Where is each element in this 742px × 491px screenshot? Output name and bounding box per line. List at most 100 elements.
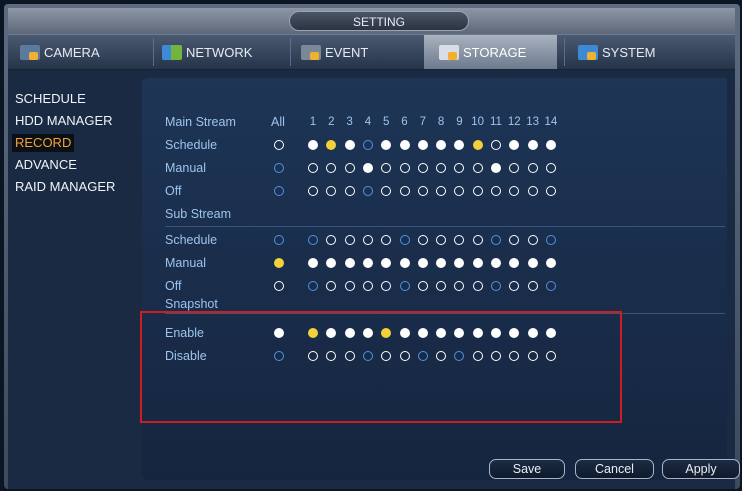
main-off-channel-radio[interactable] [399, 186, 410, 196]
sidebar-item-advance[interactable]: ADVANCE [12, 156, 80, 174]
channel-header: 5 [382, 116, 390, 128]
sub-off-all-radio[interactable] [274, 281, 284, 291]
tab-divider [564, 38, 565, 66]
tab-label: SYSTEM [602, 44, 656, 60]
sub-manual-channel-radio[interactable] [399, 258, 410, 268]
main-schedule-channel-radio[interactable] [344, 140, 355, 150]
main-manual-channel-radio[interactable] [472, 163, 483, 173]
cancel-button[interactable]: Cancel [575, 459, 654, 479]
channel-header: 9 [456, 116, 463, 128]
sub-manual-channel-radio[interactable] [308, 258, 318, 268]
sub-schedule-channel-radio[interactable] [527, 235, 538, 245]
sub-schedule-channel-radio[interactable] [545, 235, 556, 245]
sub-schedule-channel-radio[interactable] [472, 235, 483, 245]
main-manual-channel-radio[interactable] [308, 163, 318, 173]
sub-off-channel-radio[interactable] [399, 281, 410, 291]
main-schedule-channel-radio[interactable] [417, 140, 428, 150]
apply-button[interactable]: Apply [662, 459, 740, 479]
network-icon [162, 44, 182, 60]
sub-manual-channel-radio[interactable] [491, 258, 501, 268]
main-manual-all-radio[interactable] [274, 163, 284, 173]
main-manual-channel-radio[interactable] [527, 163, 538, 173]
tab-label: EVENT [325, 44, 369, 60]
all-column-header: All [271, 115, 285, 129]
main-schedule-channel-radio[interactable] [472, 140, 483, 150]
sidebar-item-record[interactable]: RECORD [12, 134, 75, 152]
main-off-channel-radio[interactable] [308, 186, 318, 196]
sub-stream-divider [165, 226, 725, 227]
main-stream-heading: Main Stream [165, 115, 236, 129]
main-off-label: Off [165, 184, 182, 198]
sub-off-channel-radio[interactable] [491, 281, 501, 291]
sub-schedule-channel-radio[interactable] [362, 235, 373, 245]
main-schedule-channel-radio[interactable] [362, 140, 373, 150]
sub-schedule-channel-radio[interactable] [344, 235, 355, 245]
main-manual-channel-radio[interactable] [344, 163, 355, 173]
main-off-channel-radio[interactable] [491, 186, 501, 196]
main-manual-channel-radio[interactable] [491, 163, 501, 173]
channel-header: 10 [471, 116, 485, 128]
main-off-channel-radio[interactable] [344, 186, 355, 196]
tab-network[interactable]: NETWORK [162, 35, 282, 69]
window-title: SETTING [289, 11, 469, 31]
sub-off-label: Off [165, 279, 182, 293]
sub-off-channel-radio[interactable] [545, 281, 556, 291]
main-manual-channel-radio[interactable] [362, 163, 373, 173]
channel-header: 14 [544, 116, 558, 128]
snapshot-heading: Snapshot [165, 297, 218, 311]
tab-label: NETWORK [186, 44, 253, 60]
sub-off-channel-radio[interactable] [527, 281, 538, 291]
sidebar-item-raid-manager[interactable]: RAID MANAGER [12, 178, 118, 196]
tab-camera[interactable]: CAMERA [20, 35, 140, 69]
channel-header: 8 [437, 116, 445, 128]
main-schedule-channel-radio[interactable] [491, 140, 501, 150]
main-off-channel-radio[interactable] [472, 186, 483, 196]
sub-manual-channel-radio[interactable] [527, 258, 538, 268]
main-off-all-radio[interactable] [274, 186, 284, 196]
main-schedule-channel-radio[interactable] [527, 140, 538, 150]
main-schedule-all-radio[interactable] [274, 140, 284, 150]
sub-off-channel-radio[interactable] [362, 281, 373, 291]
sub-schedule-label: Schedule [165, 233, 218, 247]
sub-manual-channel-radio[interactable] [545, 258, 556, 268]
sub-manual-channel-radio[interactable] [344, 258, 355, 268]
sub-off-channel-radio[interactable] [344, 281, 355, 291]
tab-system[interactable]: SYSTEM [578, 35, 698, 69]
main-schedule-channel-radio[interactable] [545, 140, 556, 150]
sub-schedule-all-radio[interactable] [274, 235, 284, 245]
sub-manual-label: Manual [165, 256, 206, 270]
tab-storage[interactable]: STORAGE [424, 35, 557, 69]
sub-manual-all-radio[interactable] [274, 258, 284, 268]
sub-schedule-channel-radio[interactable] [308, 235, 318, 245]
main-off-channel-radio[interactable] [527, 186, 538, 196]
main-manual-channel-radio[interactable] [417, 163, 428, 173]
sub-schedule-channel-radio[interactable] [399, 235, 410, 245]
main-off-channel-radio[interactable] [545, 186, 556, 196]
sub-off-channel-radio[interactable] [308, 281, 318, 291]
event-icon [301, 44, 321, 60]
main-off-channel-radio[interactable] [417, 186, 428, 196]
tab-label: CAMERA [44, 44, 100, 60]
sub-manual-channel-radio[interactable] [472, 258, 483, 268]
sidebar-item-schedule[interactable]: SCHEDULE [12, 90, 89, 108]
main-schedule-channel-radio[interactable] [399, 140, 410, 150]
sidebar-item-hdd-manager[interactable]: HDD MANAGER [12, 112, 116, 130]
sub-stream-heading: Sub Stream [165, 207, 232, 221]
sub-schedule-channel-radio[interactable] [491, 235, 501, 245]
tab-label: STORAGE [463, 44, 527, 60]
main-schedule-channel-radio[interactable] [308, 140, 318, 150]
sub-schedule-channel-radio[interactable] [417, 235, 428, 245]
sub-off-channel-radio[interactable] [472, 281, 483, 291]
sub-manual-channel-radio[interactable] [417, 258, 428, 268]
save-button[interactable]: Save [489, 459, 565, 479]
tab-event[interactable]: EVENT [301, 35, 411, 69]
main-manual-channel-radio[interactable] [545, 163, 556, 173]
channel-header: 2 [328, 116, 335, 128]
channel-header: 1 [309, 116, 317, 128]
sub-manual-channel-radio[interactable] [362, 258, 373, 268]
main-manual-channel-radio[interactable] [399, 163, 410, 173]
title-bar: SETTING [8, 8, 735, 34]
main-schedule-label: Schedule [165, 138, 218, 152]
sub-off-channel-radio[interactable] [417, 281, 428, 291]
main-off-channel-radio[interactable] [362, 186, 373, 196]
